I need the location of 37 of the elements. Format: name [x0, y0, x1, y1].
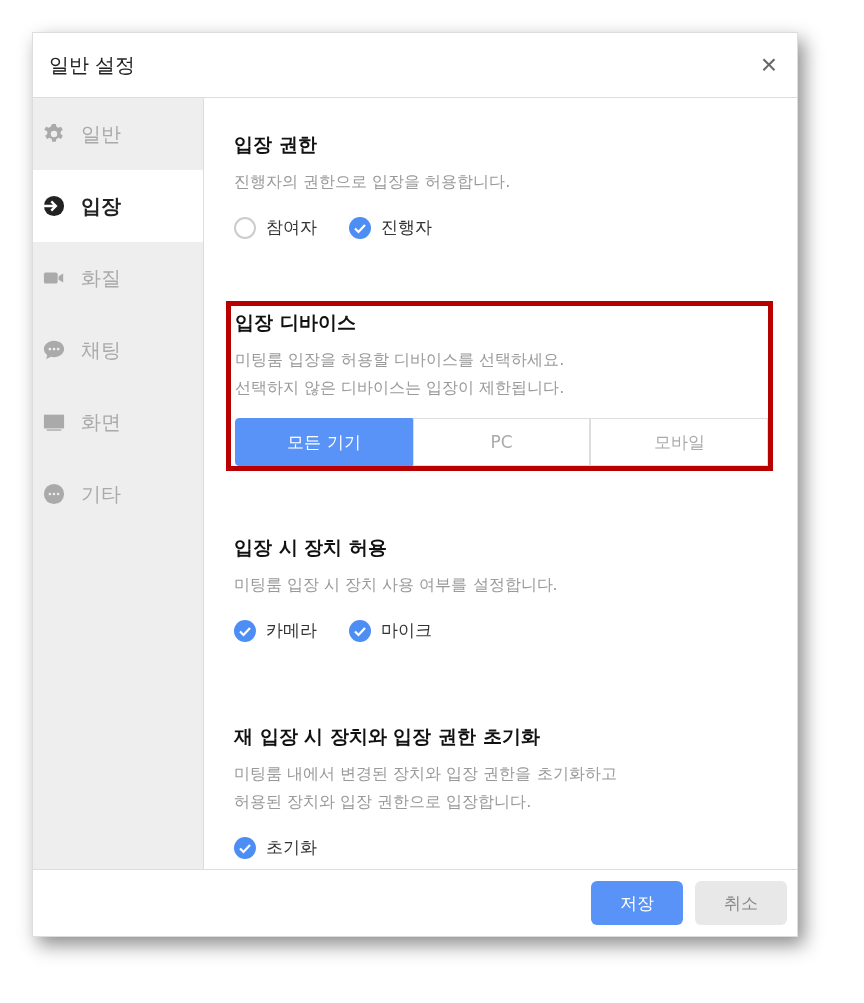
checkbox-option[interactable]: 초기화	[234, 836, 317, 859]
section-description: 미팅룸 입장 시 장치 사용 여부를 설정합니다.	[234, 574, 559, 596]
radio-option[interactable]: 진행자	[349, 216, 432, 239]
sidebar-item[interactable]: 채팅	[33, 314, 203, 386]
section-title: 입장 디바이스	[235, 310, 357, 335]
section-description: 허용된 장치와 입장 권한으로 입장합니다.	[234, 791, 533, 813]
radio-icon[interactable]	[349, 216, 371, 239]
radio-icon[interactable]	[234, 216, 256, 239]
checkbox-option[interactable]: 마이크	[349, 619, 432, 642]
checkbox-option[interactable]: 카메라	[234, 619, 317, 642]
segment-button[interactable]: 모바일	[590, 418, 768, 466]
sidebar-item[interactable]: 입장	[33, 170, 203, 242]
chat-bubble-icon	[43, 339, 65, 361]
gear-icon	[43, 123, 65, 145]
section-description: 선택하지 않은 디바이스는 입장이 제한됩니다.	[235, 377, 566, 399]
cancel-button[interactable]: 취소	[695, 881, 787, 925]
section-description: 미팅룸 입장을 허용할 디바이스를 선택하세요.	[235, 349, 566, 371]
sidebar-item[interactable]: 화질	[33, 242, 203, 314]
sidebar-item[interactable]: 기타	[33, 458, 203, 530]
radio-option[interactable]: 참여자	[234, 216, 317, 239]
section-description: 미팅룸 내에서 변경된 장치와 입장 권한을 초기화하고	[234, 763, 618, 785]
more-icon	[43, 483, 65, 505]
close-button[interactable]: ×	[756, 51, 781, 79]
sidebar-item[interactable]: 화면	[33, 386, 203, 458]
sidebar-item[interactable]: 일반	[33, 98, 203, 170]
dialog-title: 일반 설정	[49, 51, 136, 79]
section-title: 입장 시 장치 허용	[234, 535, 388, 560]
section-title: 입장 권한	[234, 132, 318, 157]
section-title: 재 입장 시 장치와 입장 권한 초기화	[234, 724, 541, 749]
checkbox-icon[interactable]	[349, 619, 371, 642]
section-description: 진행자의 권한으로 입장을 허용합니다.	[234, 171, 512, 193]
arrow-circle-icon	[43, 195, 65, 217]
save-button[interactable]: 저장	[591, 881, 683, 925]
checkbox-icon[interactable]	[234, 619, 256, 642]
checkbox-icon[interactable]	[234, 836, 256, 859]
segment-button[interactable]: 모든 기기	[235, 418, 413, 466]
segment-button[interactable]: PC	[412, 418, 591, 466]
